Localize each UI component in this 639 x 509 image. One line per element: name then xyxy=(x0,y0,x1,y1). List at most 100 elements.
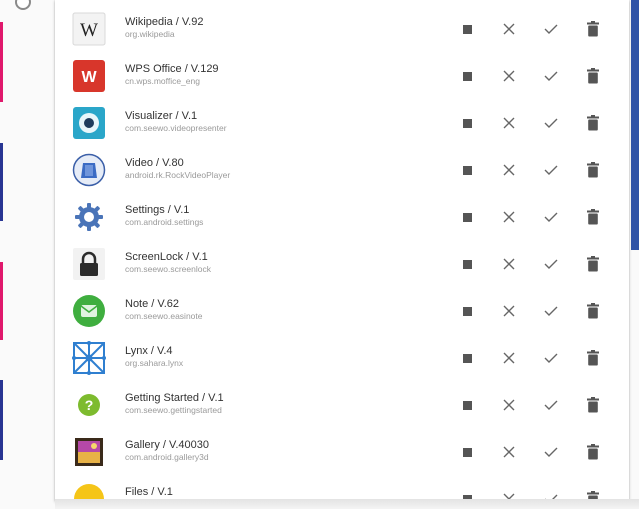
stop-icon xyxy=(462,212,472,222)
stop-button[interactable] xyxy=(453,250,481,278)
lock-icon xyxy=(72,247,106,281)
delete-button[interactable] xyxy=(579,344,607,372)
close-icon xyxy=(503,211,515,223)
approve-button[interactable] xyxy=(537,391,565,419)
check-icon xyxy=(544,118,558,128)
stop-button[interactable] xyxy=(453,62,481,90)
delete-button[interactable] xyxy=(579,15,607,43)
close-icon xyxy=(503,305,515,317)
app-package: com.seewo.screenlock xyxy=(125,264,211,274)
app-list-panel: W Wikipedia / V.92 org.wikipedia W WPS O… xyxy=(55,0,629,501)
close-icon xyxy=(503,258,515,270)
stop-button[interactable] xyxy=(453,109,481,137)
stop-button[interactable] xyxy=(453,156,481,184)
stop-button[interactable] xyxy=(453,15,481,43)
app-row-wps-office: W WPS Office / V.129 cn.wps.moffice_eng xyxy=(55,53,629,100)
check-icon xyxy=(544,353,558,363)
approve-button[interactable] xyxy=(537,438,565,466)
app-row-settings: Settings / V.1 com.android.settings xyxy=(55,194,629,241)
indicator-stripe xyxy=(0,262,3,340)
delete-button[interactable] xyxy=(579,109,607,137)
approve-button[interactable] xyxy=(537,297,565,325)
svg-text:?: ? xyxy=(85,397,94,413)
delete-button[interactable] xyxy=(579,297,607,325)
delete-button[interactable] xyxy=(579,156,607,184)
trash-icon xyxy=(587,397,599,413)
delete-button[interactable] xyxy=(579,438,607,466)
approve-button[interactable] xyxy=(537,62,565,90)
trash-icon xyxy=(587,21,599,37)
delete-button[interactable] xyxy=(579,250,607,278)
delete-button[interactable] xyxy=(579,62,607,90)
stop-icon xyxy=(462,71,472,81)
stop-button[interactable] xyxy=(453,297,481,325)
app-row-note: Note / V.62 com.seewo.easinote xyxy=(55,288,629,335)
close-button[interactable] xyxy=(495,250,523,278)
select-radio[interactable] xyxy=(15,0,31,10)
app-name: Files / V.1 xyxy=(125,486,173,498)
app-name: Getting Started / V.1 xyxy=(125,392,224,404)
check-icon xyxy=(544,306,558,316)
panel-bottom-shadow xyxy=(55,499,639,509)
close-button[interactable] xyxy=(495,109,523,137)
app-package: com.android.settings xyxy=(125,217,204,227)
app-name: Video / V.80 xyxy=(125,157,184,169)
help-icon: ? xyxy=(72,388,106,422)
scrollbar-thumb[interactable] xyxy=(631,0,639,250)
trash-icon xyxy=(587,209,599,225)
video-icon xyxy=(72,153,106,187)
check-icon xyxy=(544,71,558,81)
trash-icon xyxy=(587,68,599,84)
close-button[interactable] xyxy=(495,156,523,184)
approve-button[interactable] xyxy=(537,156,565,184)
settings-gear-icon xyxy=(72,200,106,234)
delete-button[interactable] xyxy=(579,203,607,231)
app-name: Settings / V.1 xyxy=(125,204,190,216)
app-name: Gallery / V.40030 xyxy=(125,439,209,451)
close-button[interactable] xyxy=(495,15,523,43)
check-icon xyxy=(544,400,558,410)
approve-button[interactable] xyxy=(537,344,565,372)
stop-icon xyxy=(462,118,472,128)
trash-icon xyxy=(587,162,599,178)
approve-button[interactable] xyxy=(537,250,565,278)
approve-button[interactable] xyxy=(537,15,565,43)
close-button[interactable] xyxy=(495,203,523,231)
app-package: org.sahara.lynx xyxy=(125,358,184,368)
wikipedia-icon: W xyxy=(72,12,106,46)
close-button[interactable] xyxy=(495,344,523,372)
check-icon xyxy=(544,165,558,175)
app-row-screenlock: ScreenLock / V.1 com.seewo.screenlock xyxy=(55,241,629,288)
stop-icon xyxy=(462,400,472,410)
stop-button[interactable] xyxy=(453,391,481,419)
app-row-lynx: Lynx / V.4 org.sahara.lynx xyxy=(55,335,629,382)
app-name: WPS Office / V.129 xyxy=(125,63,219,75)
approve-button[interactable] xyxy=(537,203,565,231)
app-row-wikipedia: W Wikipedia / V.92 org.wikipedia xyxy=(55,6,629,53)
app-row-getting-started: ? Getting Started / V.1 com.seewo.gettin… xyxy=(55,382,629,429)
app-package: cn.wps.moffice_eng xyxy=(125,76,200,86)
svg-text:W: W xyxy=(81,69,97,86)
app-row-gallery: Gallery / V.40030 com.android.gallery3d xyxy=(55,429,629,476)
close-button[interactable] xyxy=(495,62,523,90)
wps-office-icon: W xyxy=(72,59,106,93)
stop-icon xyxy=(462,259,472,269)
close-button[interactable] xyxy=(495,391,523,419)
stop-button[interactable] xyxy=(453,203,481,231)
stop-button[interactable] xyxy=(453,344,481,372)
close-icon xyxy=(503,164,515,176)
app-package: com.seewo.gettingstarted xyxy=(125,405,222,415)
app-name: Note / V.62 xyxy=(125,298,180,310)
approve-button[interactable] xyxy=(537,109,565,137)
app-package: com.seewo.easinote xyxy=(125,311,203,321)
delete-button[interactable] xyxy=(579,391,607,419)
gallery-icon xyxy=(72,435,106,469)
app-name: Visualizer / V.1 xyxy=(125,110,198,122)
close-button[interactable] xyxy=(495,438,523,466)
stop-button[interactable] xyxy=(453,438,481,466)
close-button[interactable] xyxy=(495,297,523,325)
indicator-stripe xyxy=(0,22,3,102)
app-package: org.wikipedia xyxy=(125,29,175,39)
check-icon xyxy=(544,212,558,222)
app-package: com.seewo.videopresenter xyxy=(125,123,227,133)
